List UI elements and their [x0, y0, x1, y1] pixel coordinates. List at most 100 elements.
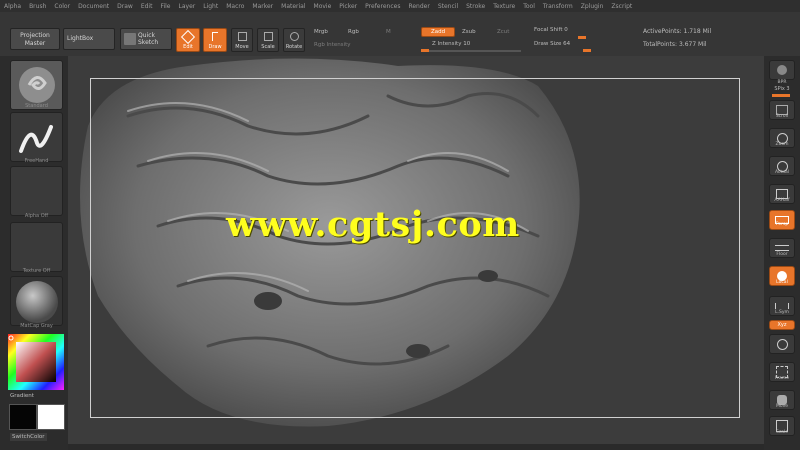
total-points-readout: TotalPoints: 3.677 Mil [643, 41, 707, 48]
scale-icon [264, 32, 273, 41]
draw-label: Draw [208, 44, 222, 50]
stroke-thumbnail[interactable] [10, 112, 63, 162]
z-intensity-track [421, 50, 521, 52]
canvas-viewport[interactable]: www.cgtsj.com [68, 56, 764, 444]
draw-size-slider[interactable]: Draw Size 64 [534, 41, 570, 47]
menu-item-layer[interactable]: Layer [175, 3, 200, 10]
focal-shift-knob[interactable] [578, 36, 586, 39]
secondary-color-swatch[interactable] [37, 404, 65, 430]
persp-label: Persp [775, 222, 789, 227]
zoom-label: Zoom [775, 142, 789, 147]
scale-view-label: Scale [775, 430, 789, 435]
persp-button[interactable] [769, 210, 795, 230]
freehand-stroke-icon [19, 125, 53, 153]
menu-item-draw[interactable]: Draw [113, 3, 137, 10]
draw-icon [212, 32, 218, 41]
menu-item-zplugin[interactable]: Zplugin [577, 3, 608, 10]
zsub-button[interactable]: Zsub [462, 29, 476, 35]
frame-label: Frame [774, 376, 790, 381]
bpr-label: BPR [777, 80, 787, 85]
menu-item-render[interactable]: Render [404, 3, 433, 10]
watermark-text: www.cgtsj.com [226, 204, 520, 245]
menu-item-texture[interactable]: Texture [489, 3, 519, 10]
projection-master-button[interactable]: Projection Master [10, 28, 60, 50]
bpr-button[interactable] [769, 60, 795, 80]
quick-sketch-icon [124, 33, 136, 45]
lsym-label: L.Sym [775, 310, 789, 315]
menu-item-zscript[interactable]: Zscript [607, 3, 636, 10]
mrgb-button[interactable]: Mrgb [314, 29, 328, 35]
rotate-label: Rotate [285, 44, 303, 50]
rotate-button[interactable]: Rotate [283, 28, 305, 52]
gradient-label[interactable]: Gradient [10, 393, 34, 399]
draw-size-knob[interactable] [583, 49, 591, 52]
local-label: Local [776, 280, 788, 285]
move-label: Move [235, 44, 249, 50]
menu-item-stencil[interactable]: Stencil [434, 3, 462, 10]
left-shelf: Standard FreeHand Alpha Off Texture Off … [0, 56, 68, 450]
menu-item-stroke[interactable]: Stroke [462, 3, 489, 10]
z-intensity-knob[interactable] [421, 49, 429, 52]
menu-item-preferences[interactable]: Preferences [361, 3, 404, 10]
rgb-button[interactable]: Rgb [348, 29, 359, 35]
quick-sketch-label: Quick Sketch [138, 32, 159, 46]
z-intensity-slider[interactable]: Z Intensity 10 [432, 41, 470, 47]
color-picker[interactable] [8, 334, 64, 390]
active-points-readout: ActivePoints: 1.718 Mil [643, 28, 712, 35]
edit-label: Edit [183, 44, 193, 50]
menu-bar: Alpha Brush Color Document Draw Edit File Layer… [0, 0, 800, 12]
stroke-label: FreeHand [24, 158, 49, 164]
material-thumbnail[interactable] [10, 276, 63, 326]
menu-item-alpha[interactable]: Alpha [0, 3, 25, 10]
menu-item-material[interactable]: Material [277, 3, 309, 10]
xyz-label: Xyz [777, 322, 787, 328]
focal-shift-slider[interactable]: Focal Shift 0 [534, 27, 568, 33]
menu-item-light[interactable]: Light [199, 3, 222, 10]
m-button[interactable]: M [386, 29, 391, 35]
rgb-intensity-slider[interactable]: Rgb Intensity [314, 42, 351, 48]
material-label: MatCap Gray [20, 323, 53, 329]
floor-icon [775, 245, 789, 251]
spix-knob[interactable] [772, 94, 790, 97]
texture-label: Texture Off [22, 268, 51, 274]
main-color-swatch[interactable] [9, 404, 37, 430]
aahalf-label: AAHalf [774, 198, 790, 203]
brush-label: Standard [25, 103, 48, 109]
floor-label: Floor [776, 252, 788, 257]
menu-item-picker[interactable]: Picker [335, 3, 361, 10]
rotate-y-button[interactable] [769, 334, 795, 354]
menu-item-movie[interactable]: Movie [310, 3, 336, 10]
menu-item-brush[interactable]: Brush [25, 3, 50, 10]
xyz-button[interactable]: Xyz [769, 320, 795, 330]
scroll-label: Scroll [775, 114, 789, 119]
alpha-thumbnail[interactable] [10, 166, 63, 216]
lsym-icon [775, 303, 789, 309]
move-button[interactable]: Move [231, 28, 253, 52]
bpr-icon [777, 65, 787, 75]
menu-item-color[interactable]: Color [50, 3, 74, 10]
spix-slider[interactable]: SPix 3 [766, 86, 798, 92]
zcut-button[interactable]: Zcut [497, 29, 509, 35]
edit-button[interactable]: Edit [176, 28, 200, 52]
draw-button[interactable]: Draw [203, 28, 227, 52]
document-frame [90, 78, 740, 418]
texture-thumbnail[interactable] [10, 222, 63, 272]
move-icon [238, 32, 247, 41]
menu-item-document[interactable]: Document [74, 3, 113, 10]
scale-label: Scale [261, 44, 275, 50]
menu-item-tool[interactable]: Tool [519, 3, 539, 10]
menu-item-macro[interactable]: Macro [222, 3, 248, 10]
lightbox-button[interactable]: LightBox [63, 28, 115, 50]
switch-color-button[interactable]: SwitchColor [10, 433, 47, 441]
quick-sketch-button[interactable]: Quick Sketch [120, 28, 172, 50]
menu-item-transform[interactable]: Transform [539, 3, 577, 10]
menu-item-file[interactable]: File [156, 3, 174, 10]
scale-button[interactable]: Scale [257, 28, 279, 52]
matcap-sphere-icon [16, 281, 58, 323]
menu-item-marker[interactable]: Marker [248, 3, 277, 10]
right-shelf: BPR SPix 3 Scroll Zoom Actual AAHalf Per… [764, 56, 800, 450]
edit-icon [180, 29, 196, 45]
zadd-button[interactable]: Zadd [421, 27, 455, 37]
menu-item-edit[interactable]: Edit [137, 3, 157, 10]
alpha-label: Alpha Off [24, 213, 49, 219]
